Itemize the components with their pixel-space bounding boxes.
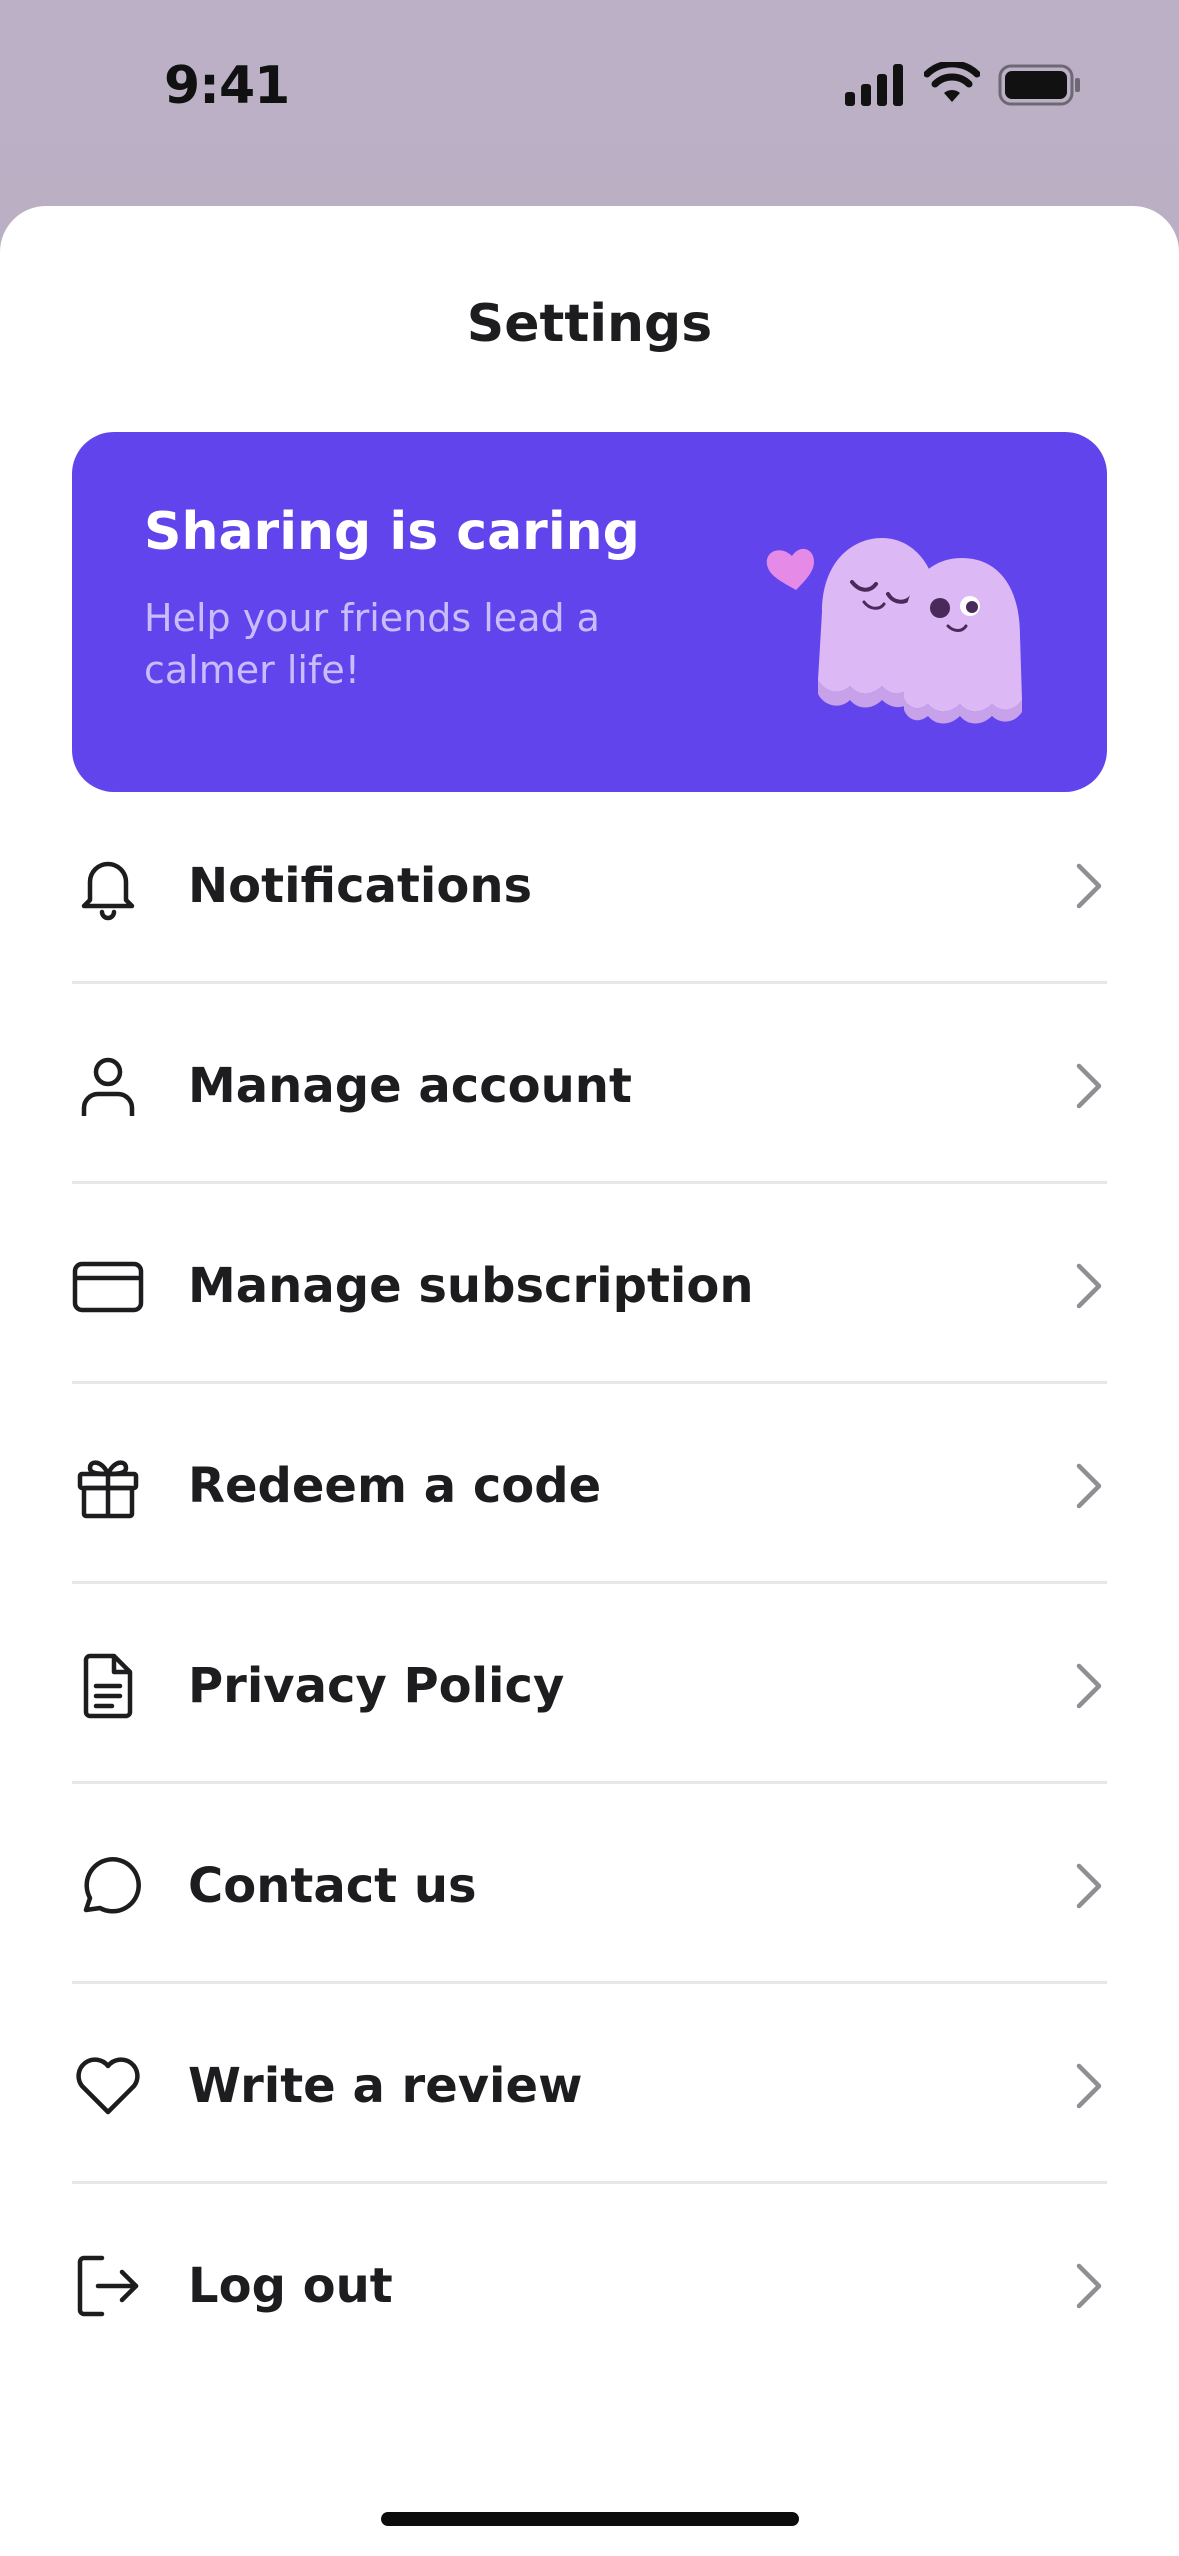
chevron-right-icon: [1076, 1463, 1102, 1509]
battery-icon: [998, 64, 1080, 106]
page-title: Settings: [466, 294, 713, 354]
document-icon: [83, 1653, 133, 1719]
credit-card-icon: [72, 1261, 144, 1313]
menu-item-label: Notifications: [188, 858, 533, 914]
menu-item-log-out[interactable]: Log out: [72, 2184, 1107, 2384]
gift-icon: [77, 1460, 139, 1519]
settings-sheet: Settings Sharing is caring Help your fri…: [0, 206, 1179, 2556]
home-indicator[interactable]: [381, 2512, 799, 2526]
ghost-friends-illustration: [766, 538, 1022, 724]
menu-item-contact-us[interactable]: Contact us: [72, 1784, 1107, 1984]
chevron-right-icon: [1076, 1863, 1102, 1909]
chevron-right-icon: [1076, 2263, 1102, 2309]
settings-menu: Notifications Manage account Manage subs…: [72, 784, 1107, 2384]
menu-item-privacy-policy[interactable]: Privacy Policy: [72, 1584, 1107, 1784]
chevron-right-icon: [1076, 1663, 1102, 1709]
menu-item-label: Contact us: [188, 1858, 477, 1914]
menu-item-label: Manage account: [188, 1058, 632, 1114]
chevron-right-icon: [1076, 1263, 1102, 1309]
status-bar: 9:41: [0, 0, 1179, 190]
menu-item-label: Log out: [188, 2258, 393, 2314]
logout-icon: [77, 2255, 139, 2317]
menu-item-label: Manage subscription: [188, 1258, 754, 1314]
menu-item-label: Redeem a code: [188, 1458, 602, 1514]
menu-item-write-review[interactable]: Write a review: [72, 1984, 1107, 2184]
chevron-right-icon: [1076, 1063, 1102, 1109]
chevron-right-icon: [1076, 863, 1102, 909]
bell-icon: [81, 861, 135, 921]
chat-bubble-icon: [83, 1857, 141, 1914]
menu-item-manage-account[interactable]: Manage account: [72, 984, 1107, 1184]
status-time: 9:41: [164, 56, 290, 116]
menu-item-notifications[interactable]: Notifications: [72, 784, 1107, 984]
menu-item-manage-subscription[interactable]: Manage subscription: [72, 1184, 1107, 1384]
chevron-right-icon: [1076, 2063, 1102, 2109]
promo-title: Sharing is caring: [144, 502, 640, 562]
user-icon: [81, 1057, 135, 1116]
share-promo-card[interactable]: Sharing is caring Help your friends lead…: [72, 432, 1107, 792]
menu-item-label: Write a review: [188, 2058, 583, 2114]
heart-icon: [76, 2057, 140, 2115]
wifi-icon: [924, 62, 980, 102]
promo-subtitle: Help your friends lead a calmer life!: [144, 596, 600, 692]
cellular-signal-icon: [845, 64, 903, 106]
menu-item-redeem-code[interactable]: Redeem a code: [72, 1384, 1107, 1584]
menu-item-label: Privacy Policy: [188, 1658, 565, 1714]
